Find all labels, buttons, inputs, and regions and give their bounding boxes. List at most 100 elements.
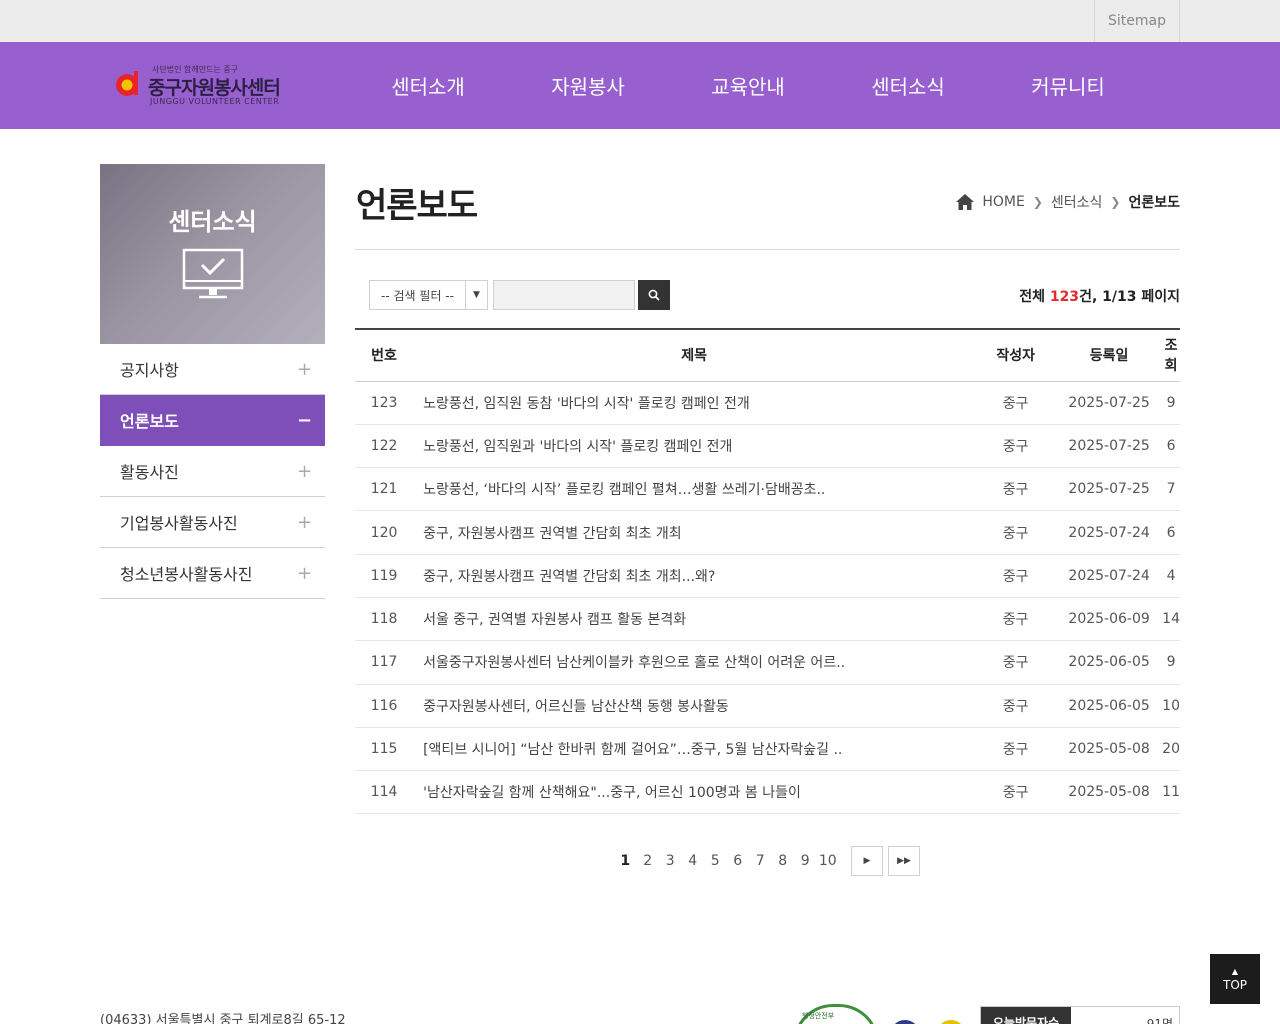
search-filter-select[interactable]: -- 검색 필터 -- ▼ — [369, 280, 488, 310]
page-number-link[interactable]: 5 — [704, 853, 727, 869]
main-nav-item[interactable]: 센터소개 — [348, 42, 508, 129]
row-number: 123 — [355, 381, 414, 425]
row-subject-link[interactable]: 노랑풍선, 임직원과 '바다의 시작' 플로킹 캠페인 전개 — [423, 439, 732, 455]
table-row[interactable]: 117 서울중구자원봉사센터 남산케이블카 후원으로 홀로 산책이 어려운 어르.… — [355, 640, 1180, 685]
main-nav: 센터소개 자원봉사 교육안내 센터소식 커뮤니티 — [348, 42, 1148, 129]
page-number-link[interactable]: 6 — [727, 853, 750, 869]
sidebar-item-label: 청소년봉사활동사진 — [120, 565, 253, 584]
page-number-link[interactable]: 10 — [817, 853, 840, 869]
breadcrumb-current: 언론보도 — [1128, 195, 1180, 211]
caret-right-icon: ▶ — [863, 856, 871, 866]
col-date: 등록일 — [1056, 329, 1163, 382]
sidebar-item-press[interactable]: 언론보도 − — [100, 395, 325, 446]
row-date: 2025-05-08 — [1056, 727, 1163, 772]
search-button[interactable] — [638, 280, 670, 310]
caret-up-icon: ▲ — [1231, 966, 1239, 976]
row-views: 7 — [1162, 467, 1180, 512]
scroll-top-button[interactable]: ▲ TOP — [1210, 954, 1260, 1004]
last-page-button[interactable]: ▶▶ — [888, 846, 920, 876]
row-views: 14 — [1162, 597, 1180, 642]
page-number-link[interactable]: 9 — [794, 853, 817, 869]
table-row[interactable]: 120 중구, 자원봉사캠프 권역별 간담회 최초 개최 중구 2025-07-24 6 — [355, 510, 1180, 555]
search-bar: -- 검색 필터 -- ▼ — [369, 280, 670, 310]
row-subject[interactable]: 서울 중구, 권역별 자원봉사 캠프 활동 본격화 — [413, 597, 976, 642]
sidebar-item-youth-photos[interactable]: 청소년봉사활동사진 + — [100, 548, 325, 599]
title-divider — [355, 249, 1180, 250]
row-subject[interactable]: 노랑풍선, 임직원과 '바다의 시작' 플로킹 캠페인 전개 — [413, 424, 976, 469]
row-date: 2025-05-08 — [1056, 770, 1163, 815]
row-subject[interactable]: [액티브 시니어] “남산 한바퀴 함께 걸어요”…중구, 5월 남산자락숲길 … — [413, 727, 976, 772]
main-nav-item[interactable]: 커뮤니티 — [988, 42, 1148, 129]
row-subject-link[interactable]: '남산자락숲길 함께 산책해요"...중구, 어르신 100명과 봄 나들이 — [423, 785, 801, 801]
sidebar-item-corporate-photos[interactable]: 기업봉사활동사진 + — [100, 497, 325, 548]
caret-down-icon: ▼ — [465, 281, 487, 309]
row-subject-link[interactable]: [액티브 시니어] “남산 한바퀴 함께 걸어요”…중구, 5월 남산자락숲길 … — [423, 742, 842, 758]
next-page-button[interactable]: ▶ — [851, 846, 883, 876]
press-board-table: 번호 제목 작성자 등록일 조회 123 노랑풍선, 임직원 동참 '바다의 시작… — [355, 328, 1180, 815]
total-count: 123 — [1049, 289, 1080, 305]
row-views: 4 — [1162, 554, 1180, 598]
table-row[interactable]: 119 중구, 자원봉사캠프 권역별 간담회 최초 개최...왜? 중구 2025-0… — [355, 554, 1180, 598]
home-icon[interactable] — [956, 194, 975, 210]
sitemap-link[interactable]: Sitemap — [1094, 0, 1180, 42]
row-subject-link[interactable]: 서울중구자원봉사센터 남산케이블카 후원으로 홀로 산책이 어려운 어르.. — [423, 655, 845, 671]
row-date: 2025-07-25 — [1056, 381, 1163, 425]
row-subject[interactable]: '남산자락숲길 함께 산책해요"...중구, 어르신 100명과 봄 나들이 — [413, 770, 976, 815]
row-subject-link[interactable]: 노랑풍선, 임직원 동참 '바다의 시작' 플로킹 캠페인 전개 — [423, 396, 750, 412]
minus-icon: − — [297, 409, 313, 431]
row-subject[interactable]: 노랑풍선, 임직원 동참 '바다의 시작' 플로킹 캠페인 전개 — [413, 381, 976, 425]
col-views: 조회 — [1162, 329, 1180, 382]
page-number-link[interactable]: 4 — [682, 853, 705, 869]
monitor-check-icon — [182, 248, 244, 299]
table-row[interactable]: 123 노랑풍선, 임직원 동참 '바다의 시작' 플로킹 캠페인 전개 중구 202… — [355, 381, 1180, 425]
search-filter-label: -- 검색 필터 -- — [381, 288, 454, 303]
table-row[interactable]: 122 노랑풍선, 임직원과 '바다의 시작' 플로킹 캠페인 전개 중구 2025-… — [355, 424, 1180, 469]
row-author: 중구 — [975, 597, 1057, 642]
row-author: 중구 — [975, 467, 1057, 512]
row-views: 11 — [1162, 770, 1180, 815]
table-row[interactable]: 115 [액티브 시니어] “남산 한바퀴 함께 걸어요”…중구, 5월 남산자락… — [355, 727, 1180, 772]
sidebar-item-notice[interactable]: 공지사항 + — [100, 344, 325, 395]
row-number: 115 — [355, 727, 414, 772]
row-subject-link[interactable]: 중구, 자원봉사캠프 권역별 간담회 최초 개최...왜? — [423, 569, 715, 585]
plus-icon: + — [297, 562, 313, 584]
row-views: 6 — [1162, 510, 1180, 555]
table-row[interactable]: 118 서울 중구, 권역별 자원봉사 캠프 활동 본격화 중구 2025-06-09… — [355, 597, 1180, 642]
row-subject[interactable]: 중구자원봉사센터, 어르신들 남산산책 동행 봉사활동 — [413, 684, 976, 728]
sidebar-item-label: 언론보도 — [120, 412, 179, 431]
site-logo[interactable]: 사단법인 함께만드는 중구 중구자원봉사센터 JUNGGU VOLUNTEER … — [114, 62, 304, 108]
table-row[interactable]: 116 중구자원봉사센터, 어르신들 남산산책 동행 봉사활동 중구 2025-06-… — [355, 684, 1180, 728]
row-subject-link[interactable]: 서울 중구, 권역별 자원봉사 캠프 활동 본격화 — [423, 612, 686, 628]
row-subject-link[interactable]: 중구자원봉사센터, 어르신들 남산산책 동행 봉사활동 — [423, 699, 729, 715]
row-subject-link[interactable]: 중구, 자원봉사캠프 권역별 간담회 최초 개최 — [423, 526, 682, 542]
page-number-link[interactable]: 1 — [614, 853, 637, 869]
breadcrumb: HOME ❯ 센터소식 ❯ 언론보도 — [956, 192, 1180, 212]
row-date: 2025-07-25 — [1056, 424, 1163, 469]
breadcrumb-section[interactable]: 센터소식 — [1051, 192, 1103, 212]
logo-english: JUNGGU VOLUNTEER CENTER — [150, 97, 280, 106]
page-number-link[interactable]: 3 — [659, 853, 682, 869]
page-number-link[interactable]: 8 — [772, 853, 795, 869]
row-subject[interactable]: 서울중구자원봉사센터 남산케이블카 후원으로 홀로 산책이 어려운 어르.. — [413, 640, 976, 685]
page-number-link[interactable]: 2 — [637, 853, 660, 869]
row-subject[interactable]: 중구, 자원봉사캠프 권역별 간담회 최초 개최 — [413, 510, 976, 555]
row-author: 중구 — [975, 510, 1057, 555]
page-number-link[interactable]: 7 — [749, 853, 772, 869]
breadcrumb-home[interactable]: HOME — [982, 194, 1024, 210]
row-subject-link[interactable]: 노랑풍선, ‘바다의 시작’ 플로킹 캠페인 펼쳐…생활 쓰레기·담배꽁초.. — [423, 482, 825, 498]
main-nav-item[interactable]: 교육안내 — [668, 42, 828, 129]
row-date: 2025-06-09 — [1056, 597, 1163, 642]
search-input[interactable] — [493, 280, 635, 310]
table-row[interactable]: 114 '남산자락숲길 함께 산책해요"...중구, 어르신 100명과 봄 나들… — [355, 770, 1180, 815]
row-number: 120 — [355, 510, 414, 555]
row-views: 6 — [1162, 424, 1180, 469]
sidebar-item-photos[interactable]: 활동사진 + — [100, 446, 325, 497]
main-nav-item[interactable]: 센터소식 — [828, 42, 988, 129]
table-row[interactable]: 121 노랑풍선, ‘바다의 시작’ 플로킹 캠페인 펼쳐…생활 쓰레기·담배꽁초… — [355, 467, 1180, 512]
row-subject[interactable]: 중구, 자원봉사캠프 권역별 간담회 최초 개최...왜? — [413, 554, 976, 598]
visitor-label: 오늘방문자수 — [981, 1007, 1071, 1024]
row-number: 122 — [355, 424, 414, 469]
footer-address: (04633) 서울특별시 중구 퇴계로8길 65-12 — [100, 1013, 346, 1024]
main-nav-item[interactable]: 자원봉사 — [508, 42, 668, 129]
row-subject[interactable]: 노랑풍선, ‘바다의 시작’ 플로킹 캠페인 펼쳐…생활 쓰레기·담배꽁초.. — [413, 467, 976, 512]
